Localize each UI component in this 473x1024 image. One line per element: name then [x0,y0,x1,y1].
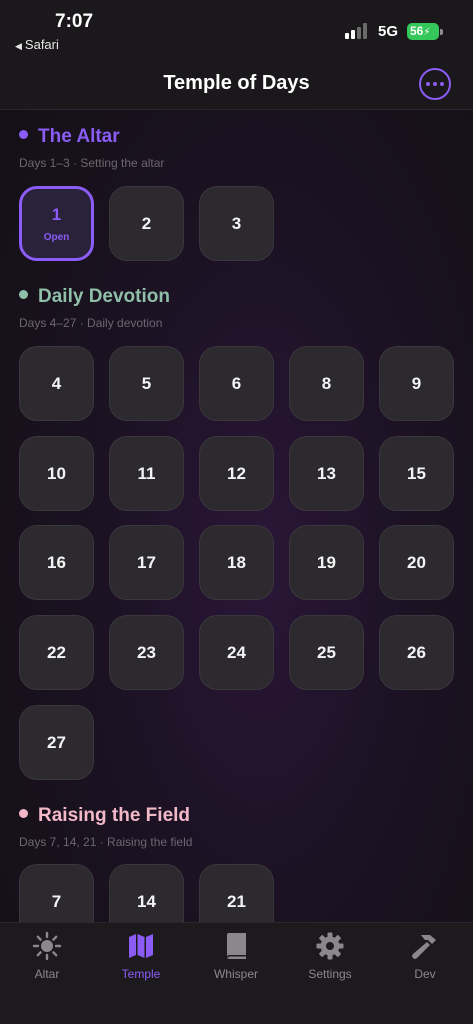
tab-label: Settings [308,967,352,981]
day-tile-6[interactable]: 6 [199,346,274,421]
section-title-raising-the-field: Raising the Field [19,805,190,827]
section-dot-icon [19,130,28,139]
day-number: 5 [141,373,152,393]
tab-bar: Altar Temple Whisper Settings Dev [0,922,473,1024]
tab-settings[interactable]: Settings [285,931,375,981]
day-tile-24[interactable]: 24 [199,615,274,690]
tab-label: Temple [121,967,161,981]
section-dot-icon [19,290,28,299]
book-icon [227,933,246,959]
battery-tip [440,29,443,35]
day-tile-16[interactable]: 16 [19,525,94,600]
day-tile-26[interactable]: 26 [379,615,454,690]
tab-label: Altar [34,967,60,981]
day-tile-8[interactable]: 8 [289,346,364,421]
sun-icon [32,931,62,961]
status-bar: 7:07 ◀ Safari 5G 56⚡ [0,0,473,62]
day-number: 15 [407,463,426,483]
day-tile-10[interactable]: 10 [19,436,94,511]
day-number: 7 [51,891,62,911]
more-dot [426,82,430,86]
tab-dev[interactable]: Dev [380,931,470,981]
day-number: 16 [47,552,66,572]
charging-bolt-icon: ⚡ [423,27,431,38]
day-number: 27 [47,732,66,752]
section-title-text: Daily Devotion [38,286,170,307]
section-title-altar: The Altar [19,126,120,148]
day-tile-11[interactable]: 11 [109,436,184,511]
day-number: 9 [411,373,422,393]
day-tile-4[interactable]: 4 [19,346,94,421]
more-options-button[interactable] [419,68,451,100]
section-title-text: Raising the Field [38,805,191,826]
day-number: 23 [137,642,156,662]
day-tile-22[interactable]: 22 [19,615,94,690]
day-tile-13[interactable]: 13 [289,436,364,511]
day-number: 17 [137,552,156,572]
day-number: 1 [51,204,62,224]
hammer-icon [412,935,436,959]
network-type: 5G [378,23,399,40]
section-title-daily-devotion: Daily Devotion [19,286,170,308]
more-dot [440,82,444,86]
day-number: 2 [141,213,152,233]
day-number: 4 [51,373,62,393]
back-to-app-link[interactable]: ◀ Safari [15,37,59,52]
day-number: 24 [227,642,246,662]
day-number: 26 [407,642,426,662]
section-title-text: The Altar [38,126,120,147]
day-number: 13 [317,463,336,483]
day-number: 11 [137,463,156,483]
cellular-signal-icon [345,23,369,39]
day-number: 22 [47,642,66,662]
day-tile-9[interactable]: 9 [379,346,454,421]
section-subtitle-daily-devotion: Days 4–27 · Daily devotion [19,316,163,330]
back-app-label: Safari [24,37,59,52]
day-tile-19[interactable]: 19 [289,525,364,600]
day-number: 6 [231,373,242,393]
tab-temple[interactable]: Temple [96,931,186,981]
tab-label: Dev [414,967,436,981]
tab-altar[interactable]: Altar [2,931,92,981]
day-number: 19 [317,552,336,572]
more-dot [433,82,437,86]
battery-icon: 56⚡ [407,23,439,40]
day-tile-12[interactable]: 12 [199,436,274,511]
day-tile-20[interactable]: 20 [379,525,454,600]
day-tile-18[interactable]: 18 [199,525,274,600]
day-number: 3 [231,213,242,233]
day-tile-15[interactable]: 15 [379,436,454,511]
section-subtitle-raising-the-field: Days 7, 14, 21 · Raising the field [19,835,193,849]
tab-label: Whisper [213,967,258,981]
day-number: 25 [317,642,336,662]
section-subtitle-altar: Days 1–3 · Setting the altar [19,156,165,170]
day-tile-5[interactable]: 5 [109,346,184,421]
day-number: 18 [227,552,246,572]
day-tile-3[interactable]: 3 [199,186,274,261]
day-number: 20 [407,552,426,572]
day-tile-17[interactable]: 17 [109,525,184,600]
tab-whisper[interactable]: Whisper [191,931,281,981]
page-title: Temple of Days [163,72,310,94]
nav-bar: Temple of Days [0,62,473,110]
day-number: 12 [227,463,246,483]
day-tile-2[interactable]: 2 [109,186,184,261]
day-tile-27[interactable]: 27 [19,705,94,780]
day-tile-25[interactable]: 25 [289,615,364,690]
day-tile-1[interactable]: 1 Open [19,186,94,261]
status-time: 7:07 [55,11,94,32]
map-icon [129,934,153,958]
day-number: 8 [321,373,332,393]
gear-icon [316,932,344,960]
back-triangle-icon: ◀ [15,41,22,51]
day-tile-23[interactable]: 23 [109,615,184,690]
section-dot-icon [19,809,28,818]
day-status: Open [43,231,70,243]
day-number: 21 [227,891,246,911]
battery-level: 56 [410,24,424,38]
day-number: 14 [137,891,156,911]
day-number: 10 [47,463,66,483]
